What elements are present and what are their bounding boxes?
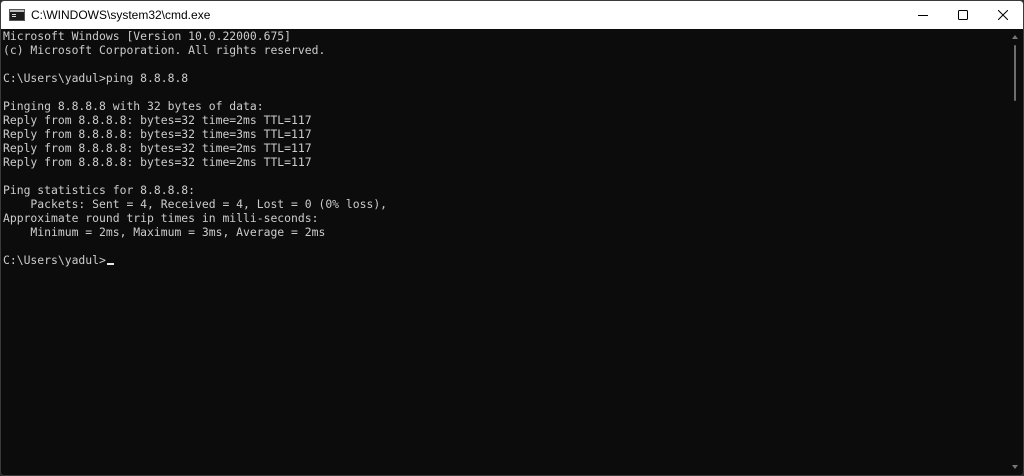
console-output[interactable]: Microsoft Windows [Version 10.0.22000.67… — [1, 29, 1009, 475]
console-line: Reply from 8.8.8.8: bytes=32 time=2ms TT… — [3, 113, 312, 127]
window-title: C:\WINDOWS\system32\cmd.exe — [31, 8, 211, 22]
console-line: Approximate round trip times in milli-se… — [3, 211, 319, 225]
close-icon — [998, 10, 1008, 20]
maximize-icon — [958, 10, 968, 20]
minimize-button[interactable] — [903, 1, 943, 29]
console-line: Packets: Sent = 4, Received = 4, Lost = … — [3, 197, 388, 211]
console-line: Minimum = 2ms, Maximum = 3ms, Average = … — [3, 225, 326, 239]
text-cursor — [106, 263, 114, 265]
console-line: Reply from 8.8.8.8: bytes=32 time=2ms TT… — [3, 141, 312, 155]
close-button[interactable] — [983, 1, 1023, 29]
vertical-scrollbar[interactable] — [1007, 29, 1023, 475]
prompt-line[interactable]: C:\Users\yadul> — [3, 253, 1009, 267]
console-line: Reply from 8.8.8.8: bytes=32 time=3ms TT… — [3, 127, 312, 141]
console-icon[interactable] — [9, 9, 25, 21]
console-line: Ping statistics for 8.8.8.8: — [3, 183, 196, 197]
title-bar[interactable]: C:\WINDOWS\system32\cmd.exe — [1, 1, 1023, 29]
minimize-icon — [918, 15, 928, 16]
console-line: Microsoft Windows [Version 10.0.22000.67… — [3, 29, 292, 43]
window-controls — [903, 1, 1023, 29]
scroll-down-icon[interactable] — [1012, 465, 1018, 469]
maximize-button[interactable] — [943, 1, 983, 29]
scroll-up-icon[interactable] — [1012, 35, 1018, 39]
command-prompt: C:\Users\yadul> — [3, 253, 106, 267]
console-line: (c) Microsoft Corporation. All rights re… — [3, 43, 326, 57]
console-line: Reply from 8.8.8.8: bytes=32 time=2ms TT… — [3, 155, 312, 169]
console-line: Pinging 8.8.8.8 with 32 bytes of data: — [3, 99, 264, 113]
scroll-thumb[interactable] — [1014, 45, 1016, 101]
cmd-window: C:\WINDOWS\system32\cmd.exe Microsoft Wi… — [0, 0, 1024, 476]
console-line: C:\Users\yadul>ping 8.8.8.8 — [3, 71, 189, 85]
